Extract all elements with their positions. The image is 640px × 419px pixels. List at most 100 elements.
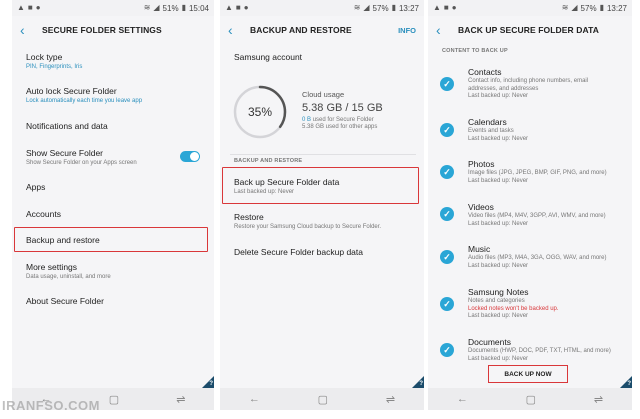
status-time: 15:04 [188, 3, 209, 13]
videos-checkbox-icon[interactable]: ✓ [440, 207, 454, 221]
notification-icon: ▲ [433, 3, 441, 12]
backup-content: Samsung account 35% Cloud usage 5.38 GB … [220, 44, 424, 388]
item-title: Contacts [468, 67, 502, 77]
music-checkbox-icon[interactable]: ✓ [440, 250, 454, 264]
recents-nav-icon[interactable]: ⇌ [176, 393, 185, 406]
setting-notifications[interactable]: Notifications and data [26, 121, 206, 132]
home-nav-icon[interactable]: ▢ [526, 393, 536, 406]
back-nav-icon[interactable]: ← [457, 393, 468, 405]
notification-icon: ▲ [225, 3, 233, 12]
account-label: Samsung account [234, 52, 303, 62]
content-item-photos[interactable]: Photos Image files (JPG, JPEG, BMP, GIF,… [468, 159, 624, 185]
wifi-icon: ≋ [353, 3, 361, 12]
back-arrow-icon[interactable]: ‹ [20, 23, 34, 37]
contacts-checkbox-icon[interactable]: ✓ [440, 77, 454, 91]
notification-icon: ● [35, 3, 41, 12]
battery-percent: 51% [162, 3, 179, 13]
section-header: CONTENT TO BACK UP [442, 48, 508, 54]
setting-title: Show Secure Folder [26, 148, 104, 158]
status-time: 13:27 [398, 3, 419, 13]
setting-apps[interactable]: Apps [26, 182, 206, 193]
back-up-secure-folder-data-screen: ▲ ■ ● ≋ ◢ 57% ▮ 13:27 ‹ BACK UP SECURE F… [428, 0, 632, 410]
recents-nav-icon[interactable]: ⇌ [386, 393, 395, 406]
page-title: BACKUP AND RESTORE [250, 25, 352, 35]
delete-backup-data-row[interactable]: Delete Secure Folder backup data [234, 247, 416, 258]
battery-percent: 57% [580, 3, 597, 13]
navigation-bar: ← ▢ ⇌ [428, 388, 632, 410]
restore-row[interactable]: Restore Restore your Samsung Cloud backu… [234, 212, 416, 231]
setting-more-settings[interactable]: More settings Data usage, uninstall, and… [26, 262, 206, 281]
item-title: Photos [468, 159, 495, 169]
status-bar: ▲ ■ ● ≋ ◢ 51% ▮ 15:04 [12, 0, 214, 16]
setting-title: Backup and restore [26, 235, 100, 245]
notification-icon: ■ [235, 3, 241, 12]
samsung-account-row[interactable]: Samsung account [234, 52, 416, 63]
content-item-videos[interactable]: Videos Video files (MP4, M4V, 3GPP, AVI,… [468, 202, 624, 228]
notification-icon: ● [243, 3, 249, 12]
content-item-contacts[interactable]: Contacts Contact info, including phone n… [468, 67, 624, 101]
content-item-calendars[interactable]: Calendars Events and tasks Last backed u… [468, 117, 624, 143]
status-bar: ▲ ■ ● ≋ ◢ 57% ▮ 13:27 [220, 0, 424, 16]
item-title: Music [468, 244, 491, 254]
calendars-checkbox-icon[interactable]: ✓ [440, 123, 454, 137]
watermark: IRANFSO.COM [2, 398, 100, 413]
item-description: Events and tasks [468, 128, 514, 134]
show-secure-folder-toggle[interactable] [180, 151, 200, 162]
item-last-backup: Last backed up: Never [468, 355, 529, 362]
item-last-backup: Last backed up: Never [468, 220, 529, 227]
documents-checkbox-icon[interactable]: ✓ [440, 343, 454, 357]
item-title: Documents [468, 337, 511, 347]
setting-auto-lock[interactable]: Auto lock Secure Folder Lock automatical… [26, 86, 206, 105]
setting-subtitle: Show Secure Folder on your Apps screen [26, 160, 137, 166]
used-for-other-apps: 5.38 GB used for other apps [302, 124, 378, 130]
content-item-samsung-notes[interactable]: Samsung Notes Notes and categories Locke… [468, 287, 624, 321]
item-description: Audio files (MP3, M4A, 3GA, OGG, WAV, an… [468, 255, 607, 261]
item-last-backup: Last backed up: Never [468, 262, 529, 269]
setting-subtitle: PIN, Fingerprints, Iris [26, 64, 83, 70]
home-nav-icon[interactable]: ▢ [109, 393, 119, 406]
item-title: Videos [468, 202, 494, 212]
photos-checkbox-icon[interactable]: ✓ [440, 165, 454, 179]
setting-show-secure-folder[interactable]: Show Secure Folder Show Secure Folder on… [26, 148, 180, 167]
cloud-usage-heading: Cloud usage [302, 90, 345, 99]
item-last-backup: Last backed up: Never [468, 313, 529, 319]
notification-icon: ● [451, 3, 457, 12]
setting-about[interactable]: About Secure Folder [26, 296, 206, 307]
setting-backup-restore[interactable]: Backup and restore [26, 235, 206, 246]
help-icon: ? [419, 381, 423, 387]
back-up-now-button[interactable]: BACK UP NOW [488, 365, 568, 383]
back-arrow-icon[interactable]: ‹ [436, 23, 450, 37]
notification-icon: ▲ [17, 3, 25, 12]
app-bar: ‹ BACK UP SECURE FOLDER DATA [428, 16, 632, 44]
help-icon: ? [209, 381, 213, 387]
app-bar: ‹ SECURE FOLDER SETTINGS [12, 16, 214, 44]
wifi-icon: ≋ [561, 3, 569, 12]
content-item-documents[interactable]: Documents Documents (HWP, DOC, PDF, TXT,… [468, 337, 624, 363]
back-nav-icon[interactable]: ← [249, 393, 260, 405]
row-title: Restore [234, 212, 264, 222]
content-item-music[interactable]: Music Audio files (MP3, M4A, 3GA, OGG, W… [468, 244, 624, 270]
secure-folder-settings-screen: ▲ ■ ● ≋ ◢ 51% ▮ 15:04 ‹ SECURE FOLDER SE… [12, 0, 214, 410]
item-last-backup: Last backed up: Never [468, 177, 529, 184]
setting-lock-type[interactable]: Lock type PIN, Fingerprints, Iris [26, 52, 206, 71]
help-icon: ? [627, 381, 631, 387]
backup-content-list: CONTENT TO BACK UP ✓ Contacts Contact in… [428, 44, 632, 388]
backup-secure-folder-data-row[interactable]: Back up Secure Folder data Last backed u… [234, 177, 416, 196]
item-title: Samsung Notes [468, 287, 529, 297]
setting-accounts[interactable]: Accounts [26, 209, 206, 220]
app-bar: ‹ BACKUP AND RESTORE INFO [220, 16, 424, 44]
info-button[interactable]: INFO [398, 26, 416, 35]
item-description: Contact info, including phone numbers, e… [468, 78, 589, 84]
recents-nav-icon[interactable]: ⇌ [594, 393, 603, 406]
item-last-backup: Last backed up: Never [468, 135, 529, 142]
home-nav-icon[interactable]: ▢ [318, 393, 328, 406]
navigation-bar: ← ▢ ⇌ [220, 388, 424, 410]
back-arrow-icon[interactable]: ‹ [228, 23, 242, 37]
item-title: Calendars [468, 117, 507, 127]
item-description: Documents (HWP, DOC, PDF, TXT, HTML, and… [468, 348, 611, 354]
samsung-notes-checkbox-icon[interactable]: ✓ [440, 297, 454, 311]
setting-title: Apps [26, 182, 46, 192]
signal-icon: ◢ [571, 3, 578, 12]
cloud-usage-percent: 35% [247, 105, 273, 119]
item-description: Notes and categories [468, 298, 525, 304]
